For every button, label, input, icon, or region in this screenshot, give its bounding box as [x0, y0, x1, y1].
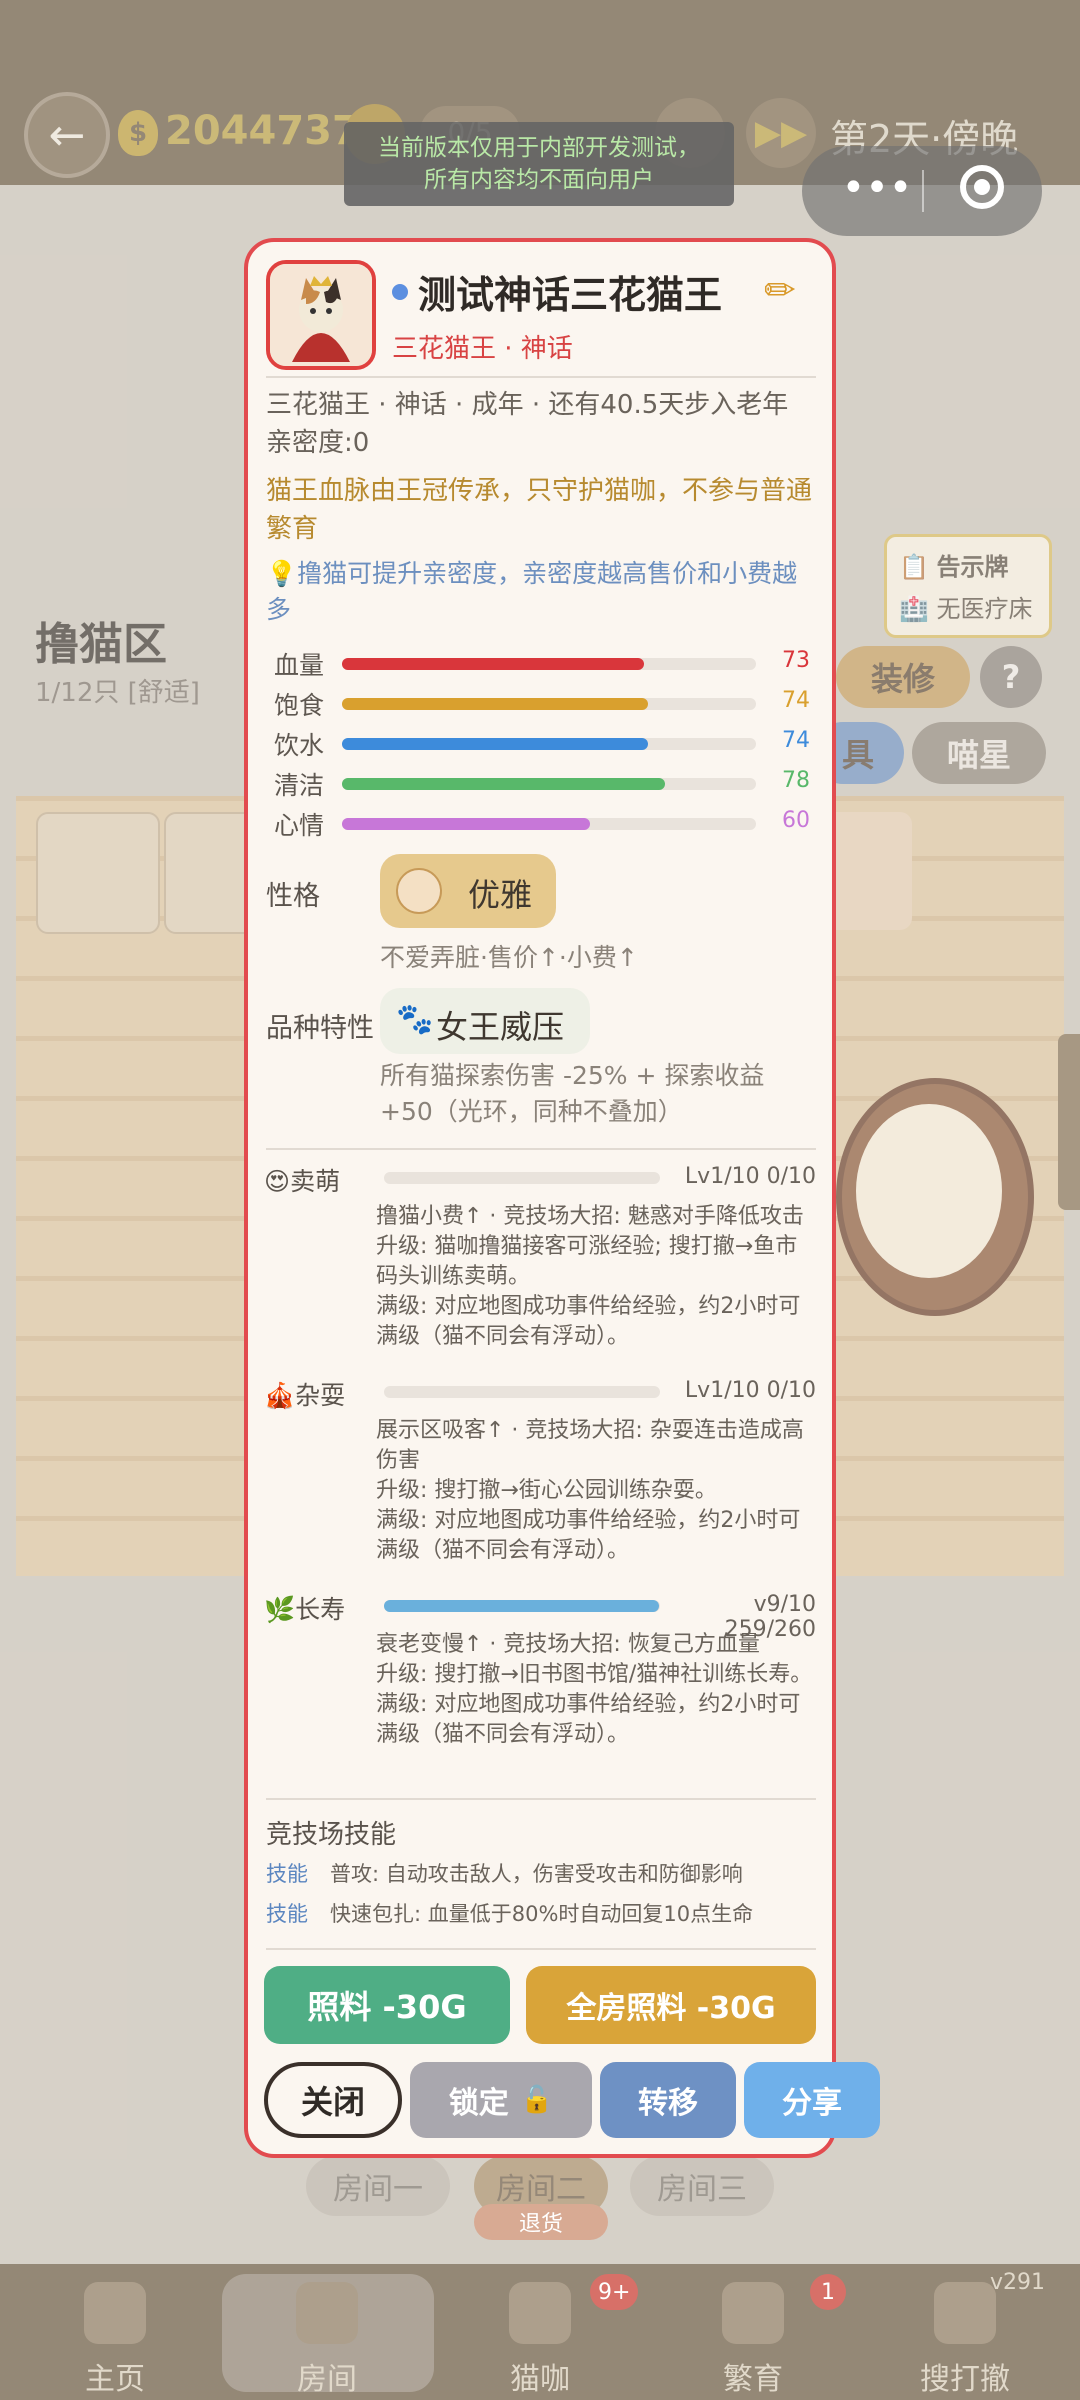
- personality-desc: 不爱弄脏·售价↑·小费↑: [380, 943, 638, 972]
- stat-value: 73: [782, 648, 810, 673]
- stat-bar: [342, 738, 756, 750]
- breed-trait-value: 女王威压: [436, 1008, 565, 1046]
- cat-info-line: 三花猫王 · 神话 · 成年 · 还有40.5天步入老年 亲密度:0: [266, 390, 789, 458]
- herb-icon: 🌿: [264, 1595, 296, 1624]
- divider: [266, 1798, 816, 1800]
- stat-value: 60: [782, 808, 810, 833]
- feed-button[interactable]: 照料 -30G: [264, 1966, 510, 2044]
- arena-skill-row: 技能 普攻: 自动攻击敌人，伤害受攻击和防御影响: [266, 1862, 743, 1886]
- breed-label: 品种特性: [266, 1013, 374, 1044]
- stat-value: 74: [782, 688, 810, 713]
- heart-eyes-icon: 😍: [264, 1167, 291, 1196]
- intimacy-tip: 💡撸猫可提升亲密度，亲密度越高售价和小费越多: [266, 559, 798, 624]
- skill-name: 🎪杂耍: [264, 1381, 346, 1410]
- circus-tent-icon: 🎪: [264, 1381, 296, 1410]
- cat-portrait-icon: [270, 264, 372, 366]
- skill-desc: 撸猫小费↑ · 竞技场大招: 魅惑对手降低攻击 升级: 猫咖撸猫接客可涨经验; …: [376, 1204, 804, 1349]
- skill-level: Lv1/10 0/10: [684, 1378, 816, 1403]
- paw-icon: 🐾: [396, 1002, 434, 1037]
- arena-skills-title: 竞技场技能: [266, 1820, 397, 1850]
- stat-bar-fill: [342, 658, 645, 670]
- stat-bar: [342, 818, 756, 830]
- arena-skill-row: 技能 快速包扎: 血量低于80%时自动回复10点生命: [266, 1902, 754, 1926]
- lock-button[interactable]: 锁定 🔓: [410, 2062, 592, 2138]
- stat-bar-fill: [342, 738, 649, 750]
- stat-bar-fill: [342, 818, 591, 830]
- cat-legend-text: 猫王血脉由王冠传承，只守护猫咖，不参与普通繁育: [266, 476, 813, 544]
- cat-face-icon: [396, 868, 442, 914]
- divider: [266, 376, 816, 378]
- stat-bar-fill: [342, 698, 649, 710]
- stat-label: 饮水: [274, 731, 325, 760]
- lightbulb-icon: 💡: [266, 559, 298, 588]
- breed-trait-desc: 所有猫探索伤害 -25% + 探索收益 +50（光环，同种不叠加）: [380, 1061, 765, 1126]
- feed-all-button[interactable]: 全房照料 -30G: [526, 1966, 816, 2044]
- skill-name: 🌿长寿: [264, 1595, 346, 1624]
- share-button[interactable]: 分享: [744, 2062, 880, 2138]
- personality-chip[interactable]: 优雅: [380, 854, 556, 928]
- breed-trait-chip[interactable]: 🐾 女王威压: [380, 988, 590, 1054]
- cat-avatar: [266, 260, 376, 370]
- status-dot: [392, 284, 408, 300]
- edit-pencil-icon[interactable]: ✏: [764, 268, 796, 312]
- stat-bar: [342, 778, 756, 790]
- cat-name: 测试神话三花猫王: [418, 273, 723, 317]
- skill-name: 😍卖萌: [264, 1167, 341, 1196]
- stat-bar-fill: [342, 778, 665, 790]
- stat-label: 清洁: [274, 771, 325, 800]
- skill-desc: 展示区吸客↑ · 竞技场大招: 杂耍连击造成高伤害 升级: 搜打撤→街心公园训练…: [376, 1418, 804, 1563]
- skill-level: Lv1/10 0/10: [684, 1164, 816, 1189]
- personality-label: 性格: [266, 881, 320, 912]
- stat-label: 饱食: [274, 691, 325, 720]
- stat-bar: [342, 698, 756, 710]
- close-button[interactable]: 关闭: [264, 2062, 402, 2138]
- cat-subtitle: 三花猫王 · 神话: [392, 334, 573, 364]
- skill-progress: [384, 1172, 660, 1184]
- lock-icon: 🔓: [520, 2085, 554, 2115]
- personality-value: 优雅: [468, 876, 533, 914]
- stat-value: 78: [782, 768, 810, 793]
- stat-bar: [342, 658, 756, 670]
- stat-label: 心情: [274, 811, 325, 840]
- skill-progress: [384, 1386, 660, 1398]
- divider: [266, 1948, 816, 1950]
- divider: [266, 1148, 816, 1150]
- skill-desc: 衰老变慢↑ · 竞技场大招: 恢复己方血量 升级: 搜打撤→旧书图书馆/猫神社训…: [376, 1632, 813, 1747]
- stat-label: 血量: [274, 651, 325, 680]
- skill-progress: [384, 1600, 660, 1612]
- skill-progress-fill: [384, 1600, 659, 1612]
- transfer-button[interactable]: 转移: [600, 2062, 736, 2138]
- stat-value: 74: [782, 728, 810, 753]
